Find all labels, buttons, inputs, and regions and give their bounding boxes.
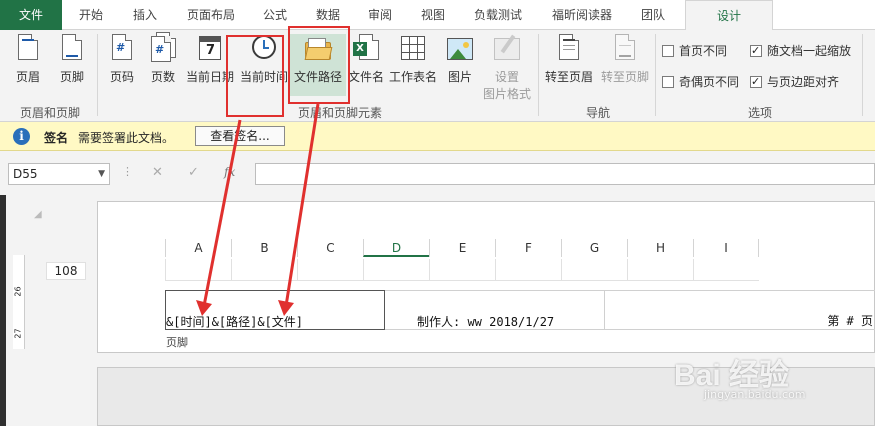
grid-row[interactable] [165,259,759,281]
name-box[interactable]: D55 ▼ [8,163,110,185]
footer-left-section[interactable]: &[时间]&[路径]&[文件] [165,290,385,330]
goto-footer-button[interactable]: 转至页脚 [598,34,652,96]
page-count-icon: # [150,32,176,64]
checkbox-box [662,76,674,88]
checkbox-box [662,45,674,57]
group-label-header-footer: 页眉和页脚 [19,106,80,120]
formula-bar: D55 ▼ ⋮ ✕ ✓ fx [0,151,875,195]
goto-header-button[interactable]: 转至页眉 [542,34,596,96]
row-header[interactable]: 108 [46,262,86,280]
chevron-down-icon[interactable]: ▼ [98,164,105,184]
select-all-corner-icon[interactable]: ◢ [34,209,42,220]
column-header-d[interactable]: D [363,239,429,257]
ribbon-tab-bar: 文件 开始 插入 页面布局 公式 数据 审阅 视图 负载测试 福昕阅读器 团队 … [0,0,875,31]
vertical-dots-icon: ⋮ [122,165,133,178]
formula-input[interactable] [255,163,875,185]
sheet-name-button[interactable]: 工作表名 [388,34,438,96]
checkbox-box-checked [750,74,762,90]
goto-footer-icon [612,34,638,64]
group-label-options: 选项 [747,106,772,120]
tab-view[interactable]: 视图 [408,0,458,30]
column-header-b[interactable]: B [231,239,297,257]
footer-icon [59,34,85,64]
tab-review[interactable]: 审阅 [355,0,405,30]
checkbox-box-checked [750,43,762,59]
message-bar-title: 签名 [44,131,69,145]
tab-load-test[interactable]: 负载测试 [462,0,534,30]
first-page-different-checkbox[interactable]: 首页不同 [662,43,727,59]
message-bar-text: 需要签署此文档。 [78,131,175,145]
watermark: Bai 经验 jingyan.baidu.com [668,350,868,410]
align-with-margins-checkbox[interactable]: 与页边距对齐 [750,74,839,90]
view-signatures-button[interactable]: 查看签名... [195,126,285,146]
group-label-navigation: 导航 [585,106,610,120]
footer-right-text: 第 # 页 [827,314,873,328]
odd-even-different-checkbox[interactable]: 奇偶页不同 [662,74,739,90]
calendar-icon: 7 [197,34,223,64]
tab-design[interactable]: 设计 [685,0,773,31]
header-icon [15,34,41,64]
column-header-h[interactable]: H [627,239,693,257]
tab-foxit-reader[interactable]: 福昕阅读器 [540,0,624,30]
column-header-c[interactable]: C [297,239,363,257]
cancel-icon[interactable]: ✕ [152,165,163,180]
group-divider [97,34,98,116]
info-icon: i [13,128,30,145]
signature-message-bar: i 签名 需要签署此文档。 查看签名... [0,122,875,151]
footer-left-text: &[时间]&[路径]&[文件] [166,315,304,329]
highlight-current-time [226,35,284,117]
page-count-button[interactable]: # 页数 [144,32,182,96]
format-picture-button[interactable]: 设置 图片格式 [480,34,534,101]
column-header-i[interactable]: I [693,239,759,257]
column-header-g[interactable]: G [561,239,627,257]
footer-center-text: 制作人: ww 2018/1/27 [417,315,555,329]
vertical-ruler: 26 27 [13,255,25,349]
footer-center-section[interactable]: 制作人: ww 2018/1/27 [385,290,605,330]
column-header-f[interactable]: F [495,239,561,257]
page-number-button[interactable]: # 页码 [103,34,141,96]
excel-file-icon: X [353,34,379,64]
file-name-button[interactable]: X 文件名 [347,34,385,96]
tab-file[interactable]: 文件 [0,0,62,30]
format-picture-icon [494,34,520,64]
footer-label: 页脚 [166,336,188,349]
goto-header-icon [556,34,582,64]
group-divider [655,34,656,116]
group-divider [862,34,863,116]
column-header-a[interactable]: A [165,239,231,257]
picture-button[interactable]: 图片 [442,34,478,96]
column-header-e[interactable]: E [429,239,495,257]
header-button[interactable]: 页眉 [8,34,48,96]
enter-icon[interactable]: ✓ [188,165,199,180]
insert-function-icon[interactable]: fx [224,165,235,179]
tab-insert[interactable]: 插入 [120,0,170,30]
watermark-url: jingyan.baidu.com [704,388,806,401]
window-left-edge [0,195,6,426]
footer-right-section[interactable]: 第 # 页 [605,290,875,330]
sheet-grid-icon [400,34,426,64]
tab-home[interactable]: 开始 [66,0,116,30]
tab-team[interactable]: 团队 [628,0,678,30]
ribbon-design: 页眉 页脚 页眉和页脚 # 页码 # 页数 7 当前日期 当前时间 文件路径 X… [0,30,875,122]
footer-button[interactable]: 页脚 [52,34,92,96]
scale-with-document-checkbox[interactable]: 随文档一起缩放 [750,43,851,59]
page-number-icon: # [109,34,135,64]
tab-page-layout[interactable]: 页面布局 [175,0,247,30]
group-divider [538,34,539,116]
page-layout-sheet: A B C D E F G H I 108 &[时间]&[路径]&[文件] 制作… [46,201,875,353]
highlight-file-path [288,26,350,104]
picture-icon [447,34,473,64]
